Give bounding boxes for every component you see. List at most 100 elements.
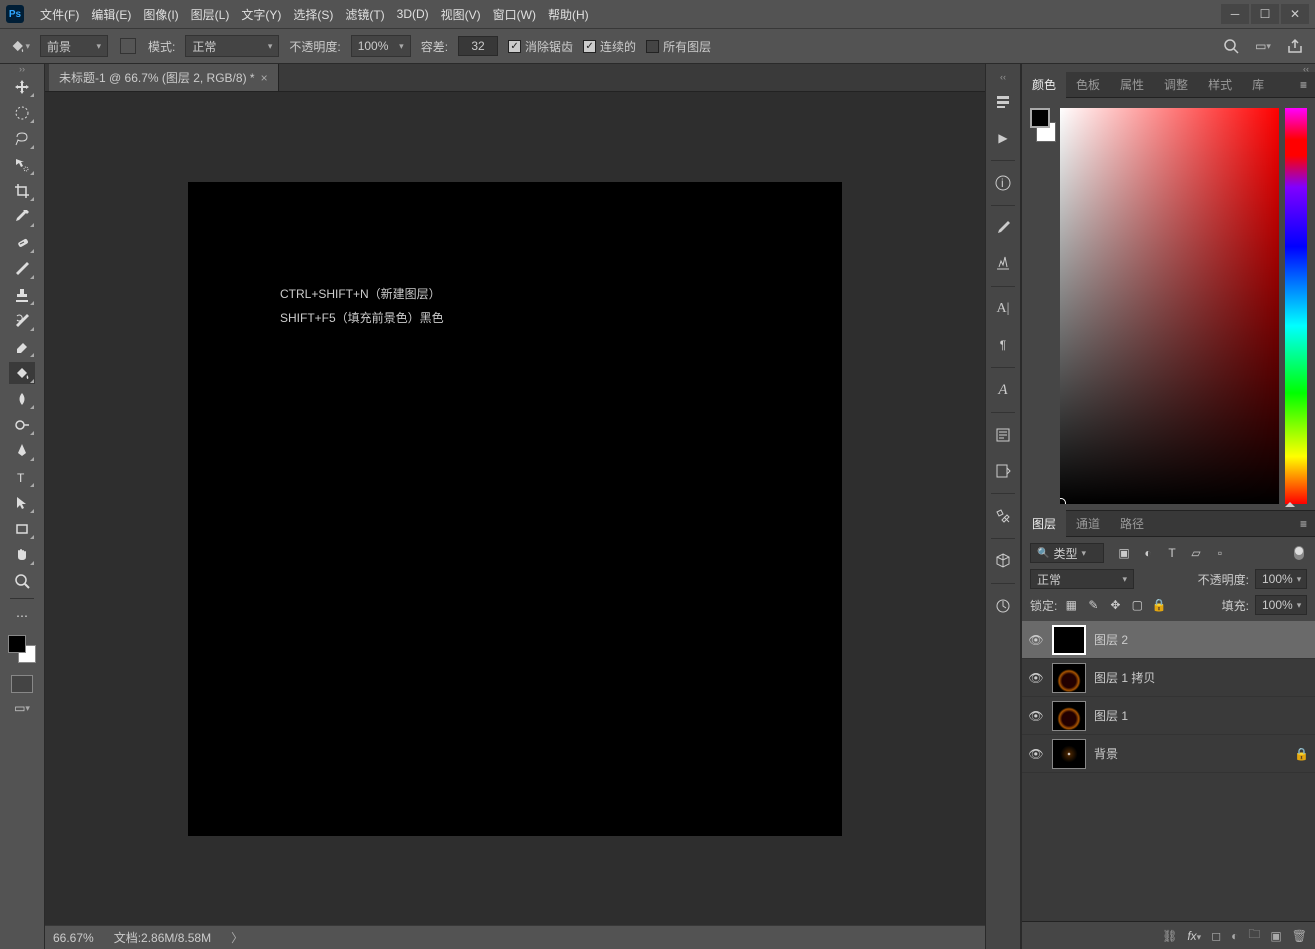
layer-fill-input[interactable]: 100%▾ <box>1255 595 1307 615</box>
zoom-level[interactable]: 66.67% <box>53 931 94 945</box>
filter-smart-icon[interactable]: ▫ <box>1212 545 1228 561</box>
paragraph-icon[interactable]: ¶ <box>989 331 1017 359</box>
menu-select[interactable]: 选择(S) <box>287 2 339 27</box>
antialias-checkbox[interactable]: ✓消除锯齿 <box>508 38 573 55</box>
filter-toggle-icon[interactable] <box>1291 545 1307 561</box>
layer-thumbnail[interactable] <box>1052 663 1086 693</box>
screen-mode-icon[interactable]: ▭▾ <box>11 699 33 717</box>
layer-mask-icon[interactable]: ◻ <box>1211 929 1221 943</box>
color-swatches[interactable] <box>8 635 36 663</box>
group-icon[interactable]: 🗀 <box>1248 925 1260 946</box>
filter-type-select[interactable]: 🔍类型▾ <box>1030 543 1104 563</box>
filter-type-icon[interactable]: T <box>1164 545 1180 561</box>
panel-collapse-icon[interactable]: ‹‹ <box>986 72 1020 80</box>
status-arrow-icon[interactable]: 〉 <box>231 929 243 946</box>
tool-presets-icon[interactable] <box>989 502 1017 530</box>
tab-layers[interactable]: 图层 <box>1022 510 1066 537</box>
layer-name[interactable]: 图层 1 拷贝 <box>1094 669 1155 686</box>
all-layers-checkbox[interactable]: 所有图层 <box>646 38 711 55</box>
adjustment-layer-icon[interactable]: ◐ <box>1231 929 1238 943</box>
foreground-swatch[interactable] <box>8 635 26 653</box>
hue-slider[interactable] <box>1285 108 1307 504</box>
lock-pixels-icon[interactable]: ✎ <box>1085 597 1101 613</box>
info-icon[interactable]: i <box>989 169 1017 197</box>
3d-icon[interactable] <box>989 547 1017 575</box>
tab-swatches[interactable]: 色板 <box>1066 71 1110 98</box>
layer-name[interactable]: 图层 1 <box>1094 707 1128 724</box>
shape-tool[interactable] <box>9 518 35 540</box>
measure-icon[interactable] <box>989 592 1017 620</box>
layer-row[interactable]: 👁图层 1 <box>1022 697 1315 735</box>
new-layer-icon[interactable]: ▣ <box>1270 929 1281 943</box>
layer-thumbnail[interactable] <box>1052 625 1086 655</box>
search-icon[interactable] <box>1221 36 1241 56</box>
window-minimize-icon[interactable]: ─ <box>1221 4 1249 24</box>
hand-tool[interactable] <box>9 544 35 566</box>
menu-layer[interactable]: 图层(L) <box>185 2 236 27</box>
layer-comps-icon[interactable] <box>989 457 1017 485</box>
lock-position-icon[interactable]: ✥ <box>1107 597 1123 613</box>
panel-menu-icon[interactable]: ≡ <box>1292 78 1315 92</box>
filter-pixel-icon[interactable]: ▣ <box>1116 545 1132 561</box>
pen-tool[interactable] <box>9 440 35 462</box>
menu-window[interactable]: 窗口(W) <box>487 2 542 27</box>
menu-image[interactable]: 图像(I) <box>137 2 184 27</box>
tab-color[interactable]: 颜色 <box>1022 71 1066 98</box>
notes-icon[interactable] <box>989 421 1017 449</box>
blend-mode-select[interactable]: 正常▾ <box>185 35 279 57</box>
color-fg-swatch[interactable] <box>1030 108 1050 128</box>
blur-tool[interactable] <box>9 388 35 410</box>
layer-name[interactable]: 图层 2 <box>1094 631 1128 648</box>
visibility-toggle-icon[interactable]: 👁 <box>1028 633 1044 647</box>
brush-preset-icon[interactable] <box>989 250 1017 278</box>
eraser-tool[interactable] <box>9 336 35 358</box>
dodge-tool[interactable] <box>9 414 35 436</box>
canvas-viewport[interactable]: CTRL+SHIFT+N（新建图层） SHIFT+F5（填充前景色）黑色 <box>45 92 985 925</box>
stamp-tool[interactable] <box>9 284 35 306</box>
tab-properties[interactable]: 属性 <box>1110 71 1154 98</box>
healing-tool[interactable] <box>9 232 35 254</box>
glyphs-icon[interactable]: A <box>989 376 1017 404</box>
toolbar-expand-icon[interactable]: ›› <box>0 64 44 74</box>
pattern-picker[interactable] <box>118 36 138 56</box>
quick-layout-icon[interactable]: ▭▾ <box>1253 36 1273 56</box>
tab-close-icon[interactable]: × <box>261 71 268 85</box>
layer-opacity-input[interactable]: 100%▾ <box>1255 569 1307 589</box>
type-tool[interactable]: T <box>9 466 35 488</box>
edit-toolbar-icon[interactable]: ⋯ <box>9 605 35 627</box>
link-layers-icon[interactable]: ⛓ <box>1162 929 1177 943</box>
doc-size[interactable]: 文档:2.86M/8.58M <box>114 929 211 946</box>
menu-edit[interactable]: 编辑(E) <box>85 2 137 27</box>
path-select-tool[interactable] <box>9 492 35 514</box>
visibility-toggle-icon[interactable]: 👁 <box>1028 671 1044 685</box>
document-tab[interactable]: 未标题-1 @ 66.7% (图层 2, RGB/8) * × <box>49 64 279 91</box>
panel-menu-icon[interactable]: ≡ <box>1292 517 1315 531</box>
filter-shape-icon[interactable]: ▱ <box>1188 545 1204 561</box>
opacity-input[interactable]: 100%▾ <box>351 35 411 57</box>
lock-artboard-icon[interactable]: ▢ <box>1129 597 1145 613</box>
layer-row[interactable]: 👁 图层 2 <box>1022 621 1315 659</box>
color-field[interactable] <box>1060 108 1279 504</box>
lock-transparent-icon[interactable]: ▦ <box>1063 597 1079 613</box>
marquee-tool[interactable] <box>9 102 35 124</box>
layer-thumbnail[interactable] <box>1052 701 1086 731</box>
tab-libraries[interactable]: 库 <box>1242 71 1274 98</box>
layer-row[interactable]: 👁 图层 1 拷贝 <box>1022 659 1315 697</box>
window-maximize-icon[interactable]: ☐ <box>1251 4 1279 24</box>
lock-all-icon[interactable]: 🔒 <box>1151 597 1167 613</box>
blend-mode-select[interactable]: 正常▾ <box>1030 569 1134 589</box>
actions-icon[interactable]: ▶ <box>989 124 1017 152</box>
menu-filter[interactable]: 滤镜(T) <box>339 2 390 27</box>
delete-layer-icon[interactable]: 🗑 <box>1292 929 1307 943</box>
brush-tool[interactable] <box>9 258 35 280</box>
layer-row[interactable]: 👁背景🔒 <box>1022 735 1315 773</box>
tab-styles[interactable]: 样式 <box>1198 71 1242 98</box>
canvas[interactable]: CTRL+SHIFT+N（新建图层） SHIFT+F5（填充前景色）黑色 <box>188 182 842 836</box>
hue-cursor[interactable] <box>1285 502 1295 507</box>
share-icon[interactable] <box>1285 36 1305 56</box>
move-tool[interactable] <box>9 76 35 98</box>
history-icon[interactable] <box>989 88 1017 116</box>
eyedropper-tool[interactable] <box>9 206 35 228</box>
crop-tool[interactable] <box>9 180 35 202</box>
bucket-tool-icon[interactable]: ▾ <box>10 36 30 56</box>
